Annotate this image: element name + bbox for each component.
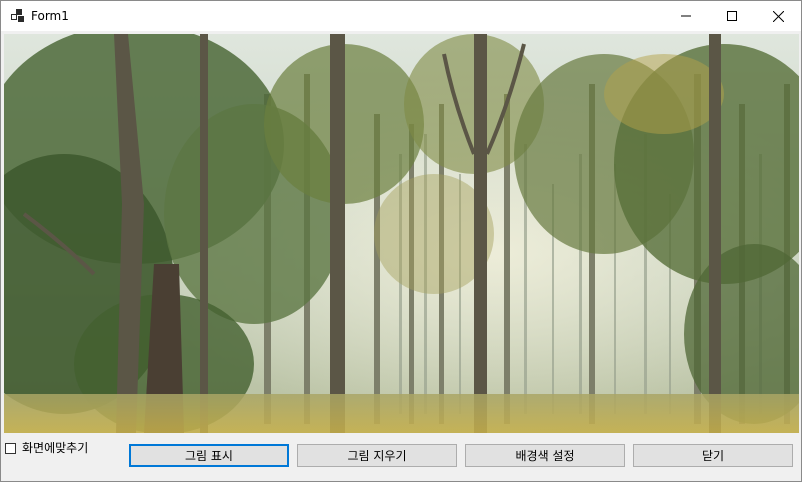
maximize-icon (727, 11, 737, 21)
title-bar[interactable]: Form1 (1, 1, 801, 31)
fit-to-screen-label: 화면에맞추기 (22, 441, 89, 455)
form-window: Form1 화면에맞추기 그림 표시 그림 지우기 배경색 설정 닫기 (0, 0, 802, 482)
fit-to-screen-checkbox[interactable]: 화면에맞추기 (5, 440, 88, 456)
set-background-color-button[interactable]: 배경색 설정 (465, 444, 625, 467)
window-title: Form1 (31, 9, 69, 23)
picture-box (4, 34, 799, 433)
app-icon (11, 9, 24, 22)
minimize-button[interactable] (663, 1, 709, 31)
show-image-button[interactable]: 그림 표시 (129, 444, 289, 467)
minimize-icon (681, 15, 691, 17)
close-icon (772, 10, 784, 22)
close-button[interactable]: 닫기 (633, 444, 793, 467)
clear-image-button[interactable]: 그림 지우기 (297, 444, 457, 467)
close-window-button[interactable] (755, 1, 801, 31)
forest-photo (4, 34, 799, 433)
maximize-button[interactable] (709, 1, 755, 31)
checkbox-box[interactable] (5, 442, 16, 454)
